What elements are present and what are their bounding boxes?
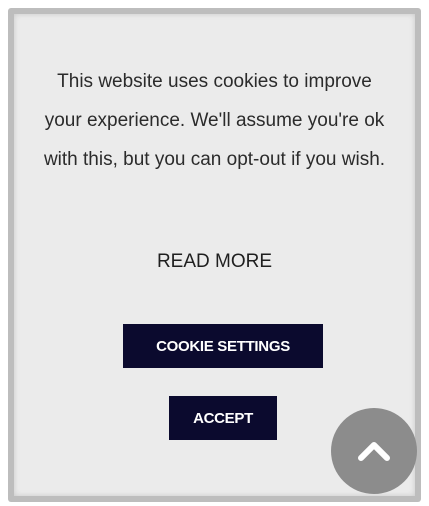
chevron-up-icon: [358, 442, 390, 461]
cookie-settings-button[interactable]: COOKIE SETTINGS: [123, 324, 323, 368]
accept-button[interactable]: ACCEPT: [169, 396, 277, 440]
cookie-message: This website uses cookies to improve you…: [43, 71, 386, 170]
read-more-link[interactable]: READ MORE: [14, 249, 415, 275]
scroll-to-top-button[interactable]: [331, 408, 417, 494]
